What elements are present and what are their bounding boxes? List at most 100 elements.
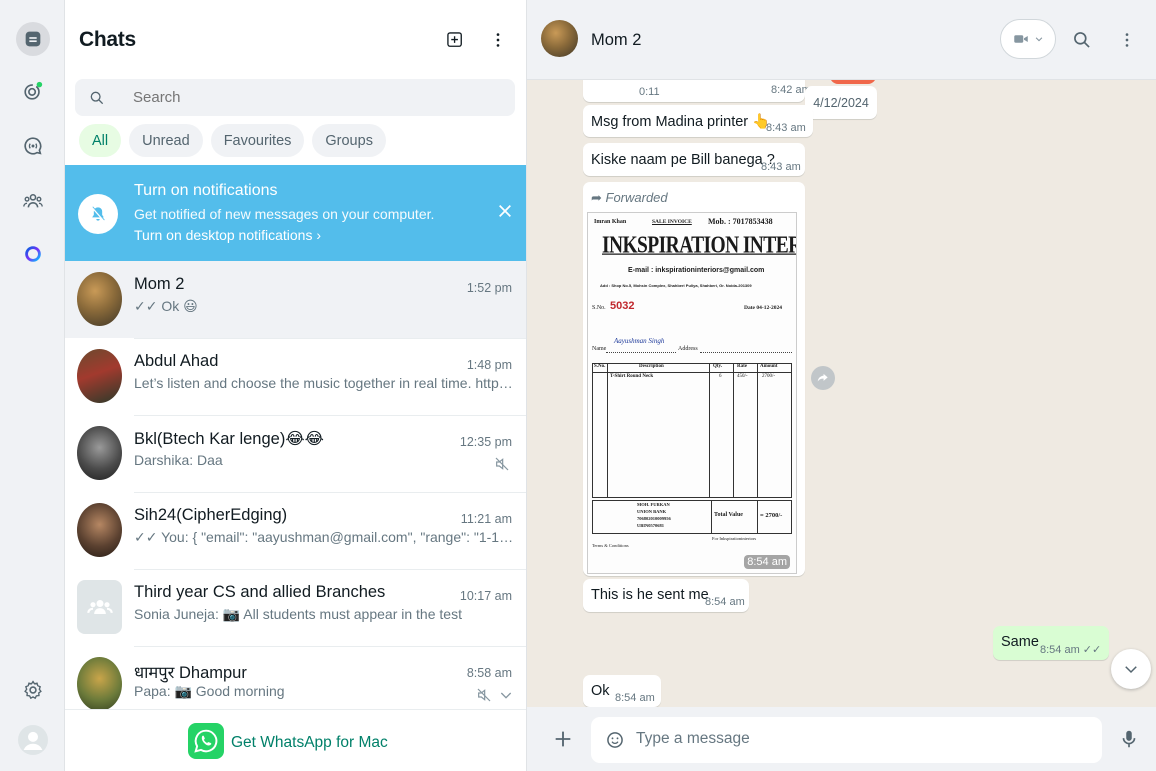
message-bubble[interactable]: Kiske naam pe Bill banega ? 8:43 am (583, 143, 805, 176)
message-bubble[interactable]: Msg from Madina printer 👆 8:43 am (583, 105, 813, 137)
chevron-down-icon[interactable] (498, 687, 514, 703)
search-box[interactable] (75, 79, 515, 116)
attach-button[interactable] (551, 727, 575, 751)
table-header-cell: S.No. (594, 364, 606, 369)
mute-icon (477, 688, 491, 702)
chevron-down-icon (1035, 37, 1043, 42)
forwarded-label: ➦ Forwarded (591, 190, 668, 205)
filter-favourites[interactable]: Favourites (210, 124, 305, 157)
bell-off-icon (78, 194, 118, 234)
invoice-table: S.No. Description Qty. Rate Amount T-Shi… (592, 363, 792, 498)
table-col-line (709, 364, 710, 497)
status-icon (24, 81, 43, 100)
search-input[interactable] (133, 89, 493, 106)
chat-menu-button[interactable] (1115, 28, 1139, 52)
voice-record-button[interactable] (1117, 727, 1141, 751)
chat-row-dhampur[interactable]: धामपुर Dhampur 8:58 am Papa: 📷 Good morn… (65, 646, 526, 709)
get-app-banner[interactable]: Get WhatsApp for Mac (65, 709, 526, 771)
invoice-image[interactable]: Imran Khan SALE INVOICE Mob. : 701785343… (587, 212, 797, 574)
channels-nav-button[interactable] (16, 129, 50, 163)
voice-message[interactable]: 0:11 8:42 am (583, 80, 811, 102)
table-col-line (757, 501, 758, 533)
message-list: 0:11 8:42 am 4/12/2024 Msg from Madina p… (527, 80, 1156, 707)
gear-icon (24, 680, 42, 700)
search-icon (90, 91, 104, 104)
settings-nav-button[interactable] (16, 673, 50, 707)
chat-time: 1:52 pm (466, 281, 512, 295)
conversation-panel: Mom 2 0:11 8:42 am 4/12/2024 Msg from Ma… (527, 0, 1156, 771)
profile-nav-button[interactable] (16, 723, 50, 757)
invoice-customer-name: Aayushman Singh (614, 337, 665, 345)
message-bubble[interactable]: Ok 8:54 am (583, 675, 661, 707)
search-chat-button[interactable] (1070, 28, 1094, 52)
microphone-icon (1122, 730, 1136, 748)
message-text: Same (1001, 634, 1039, 650)
table-col-line (607, 364, 608, 497)
message-input[interactable] (636, 730, 1076, 748)
forward-share-button[interactable] (811, 366, 835, 390)
invoice-name-line (606, 352, 676, 353)
avatar (77, 349, 122, 403)
enable-notifications-link[interactable]: Turn on desktop notifications › (134, 227, 321, 243)
chat-preview: Sonia Juneja: 📷 All students must appear… (134, 606, 462, 622)
notification-banner[interactable]: Turn on notifications Get notified of ne… (65, 165, 526, 261)
scroll-down-button[interactable] (1111, 649, 1151, 689)
chat-row-sih24[interactable]: Sih24(CipherEdging) 11:21 am ✓✓ You: { "… (65, 492, 526, 569)
get-app-link[interactable]: Get WhatsApp for Mac (231, 734, 388, 752)
chat-time: 10:17 am (459, 589, 512, 603)
chat-row-bkl[interactable]: Bkl(Btech Kar lenge)😂😂 12:35 pm Darshika… (65, 415, 526, 492)
sticker-icon[interactable] (605, 730, 625, 750)
forwarded-image-message[interactable]: ➦ Forwarded Imran Khan SALE INVOICE Mob.… (583, 182, 805, 576)
video-call-button[interactable] (1000, 19, 1056, 59)
conversation-header[interactable]: Mom 2 (527, 0, 1156, 80)
message-time: 8:43 am (766, 122, 806, 134)
invoice-total-label: Total Value (714, 512, 743, 518)
table-header-cell: Amount (760, 364, 778, 369)
chat-preview: Papa: 📷 Good morning (134, 683, 285, 699)
invoice-owner: Imran Khan (594, 219, 627, 225)
invoice-mobile: Mob. : 7017853438 (708, 217, 773, 226)
new-chat-icon (447, 32, 462, 47)
table-col-line (757, 364, 758, 497)
chevron-down-icon (1125, 666, 1137, 674)
chat-list-header: Chats (65, 0, 527, 80)
chat-row-third-year-cs[interactable]: Third year CS and allied Branches 10:17 … (65, 569, 526, 646)
filter-unread[interactable]: Unread (129, 124, 203, 157)
message-input-box[interactable] (591, 717, 1102, 763)
close-notification-button[interactable] (495, 201, 515, 221)
status-nav-button[interactable] (16, 74, 50, 108)
avatar[interactable] (541, 20, 578, 57)
chat-preview: Darshika: Daa (134, 452, 223, 468)
chats-icon (25, 31, 41, 47)
contact-name[interactable]: Mom 2 (591, 31, 641, 50)
chat-row-abdul-ahad[interactable]: Abdul Ahad 1:48 pm Let’s listen and choo… (65, 338, 526, 415)
message-text: Ok (591, 683, 610, 699)
message-time: 8:54 am ✓✓ (1040, 644, 1102, 656)
voice-duration: 0:11 (639, 86, 660, 98)
invoice-acno: 706802010009956 (637, 516, 671, 521)
message-bubble[interactable]: This is he sent me 8:54 am (583, 579, 749, 612)
invoice-kind: SALE INVOICE (652, 219, 692, 225)
chat-name: Abdul Ahad (134, 352, 219, 370)
filter-groups[interactable]: Groups (312, 124, 386, 157)
menu-button[interactable] (486, 28, 510, 52)
meta-ai-nav-button[interactable] (16, 237, 50, 271)
mute-icon (495, 457, 509, 471)
new-chat-button[interactable] (443, 28, 467, 52)
notification-title: Turn on notifications (134, 182, 278, 199)
chat-row-mom-2[interactable]: Mom 2 1:52 pm ✓✓ Ok 😃 (65, 261, 526, 338)
chat-time: 1:48 pm (466, 358, 512, 372)
communities-nav-button[interactable] (16, 184, 50, 218)
meta-ai-icon (25, 246, 41, 262)
message-time: 8:54 am (744, 555, 790, 569)
filter-all[interactable]: All (79, 124, 122, 157)
message-bubble-outgoing[interactable]: Same 8:54 am ✓✓ (993, 626, 1109, 660)
invoice-address: Add : Shop No.5, Mohsin Complex, Shahber… (600, 283, 752, 288)
table-cell: T-Shirt Round Neck (610, 374, 654, 379)
share-icon (817, 373, 828, 382)
chats-nav-button[interactable] (16, 22, 50, 56)
invoice-bank: UNION BANK (637, 509, 667, 514)
table-cell: 6 (719, 374, 722, 379)
message-text: This is he sent me (591, 587, 709, 603)
table-cell: 2700/- (762, 374, 776, 379)
